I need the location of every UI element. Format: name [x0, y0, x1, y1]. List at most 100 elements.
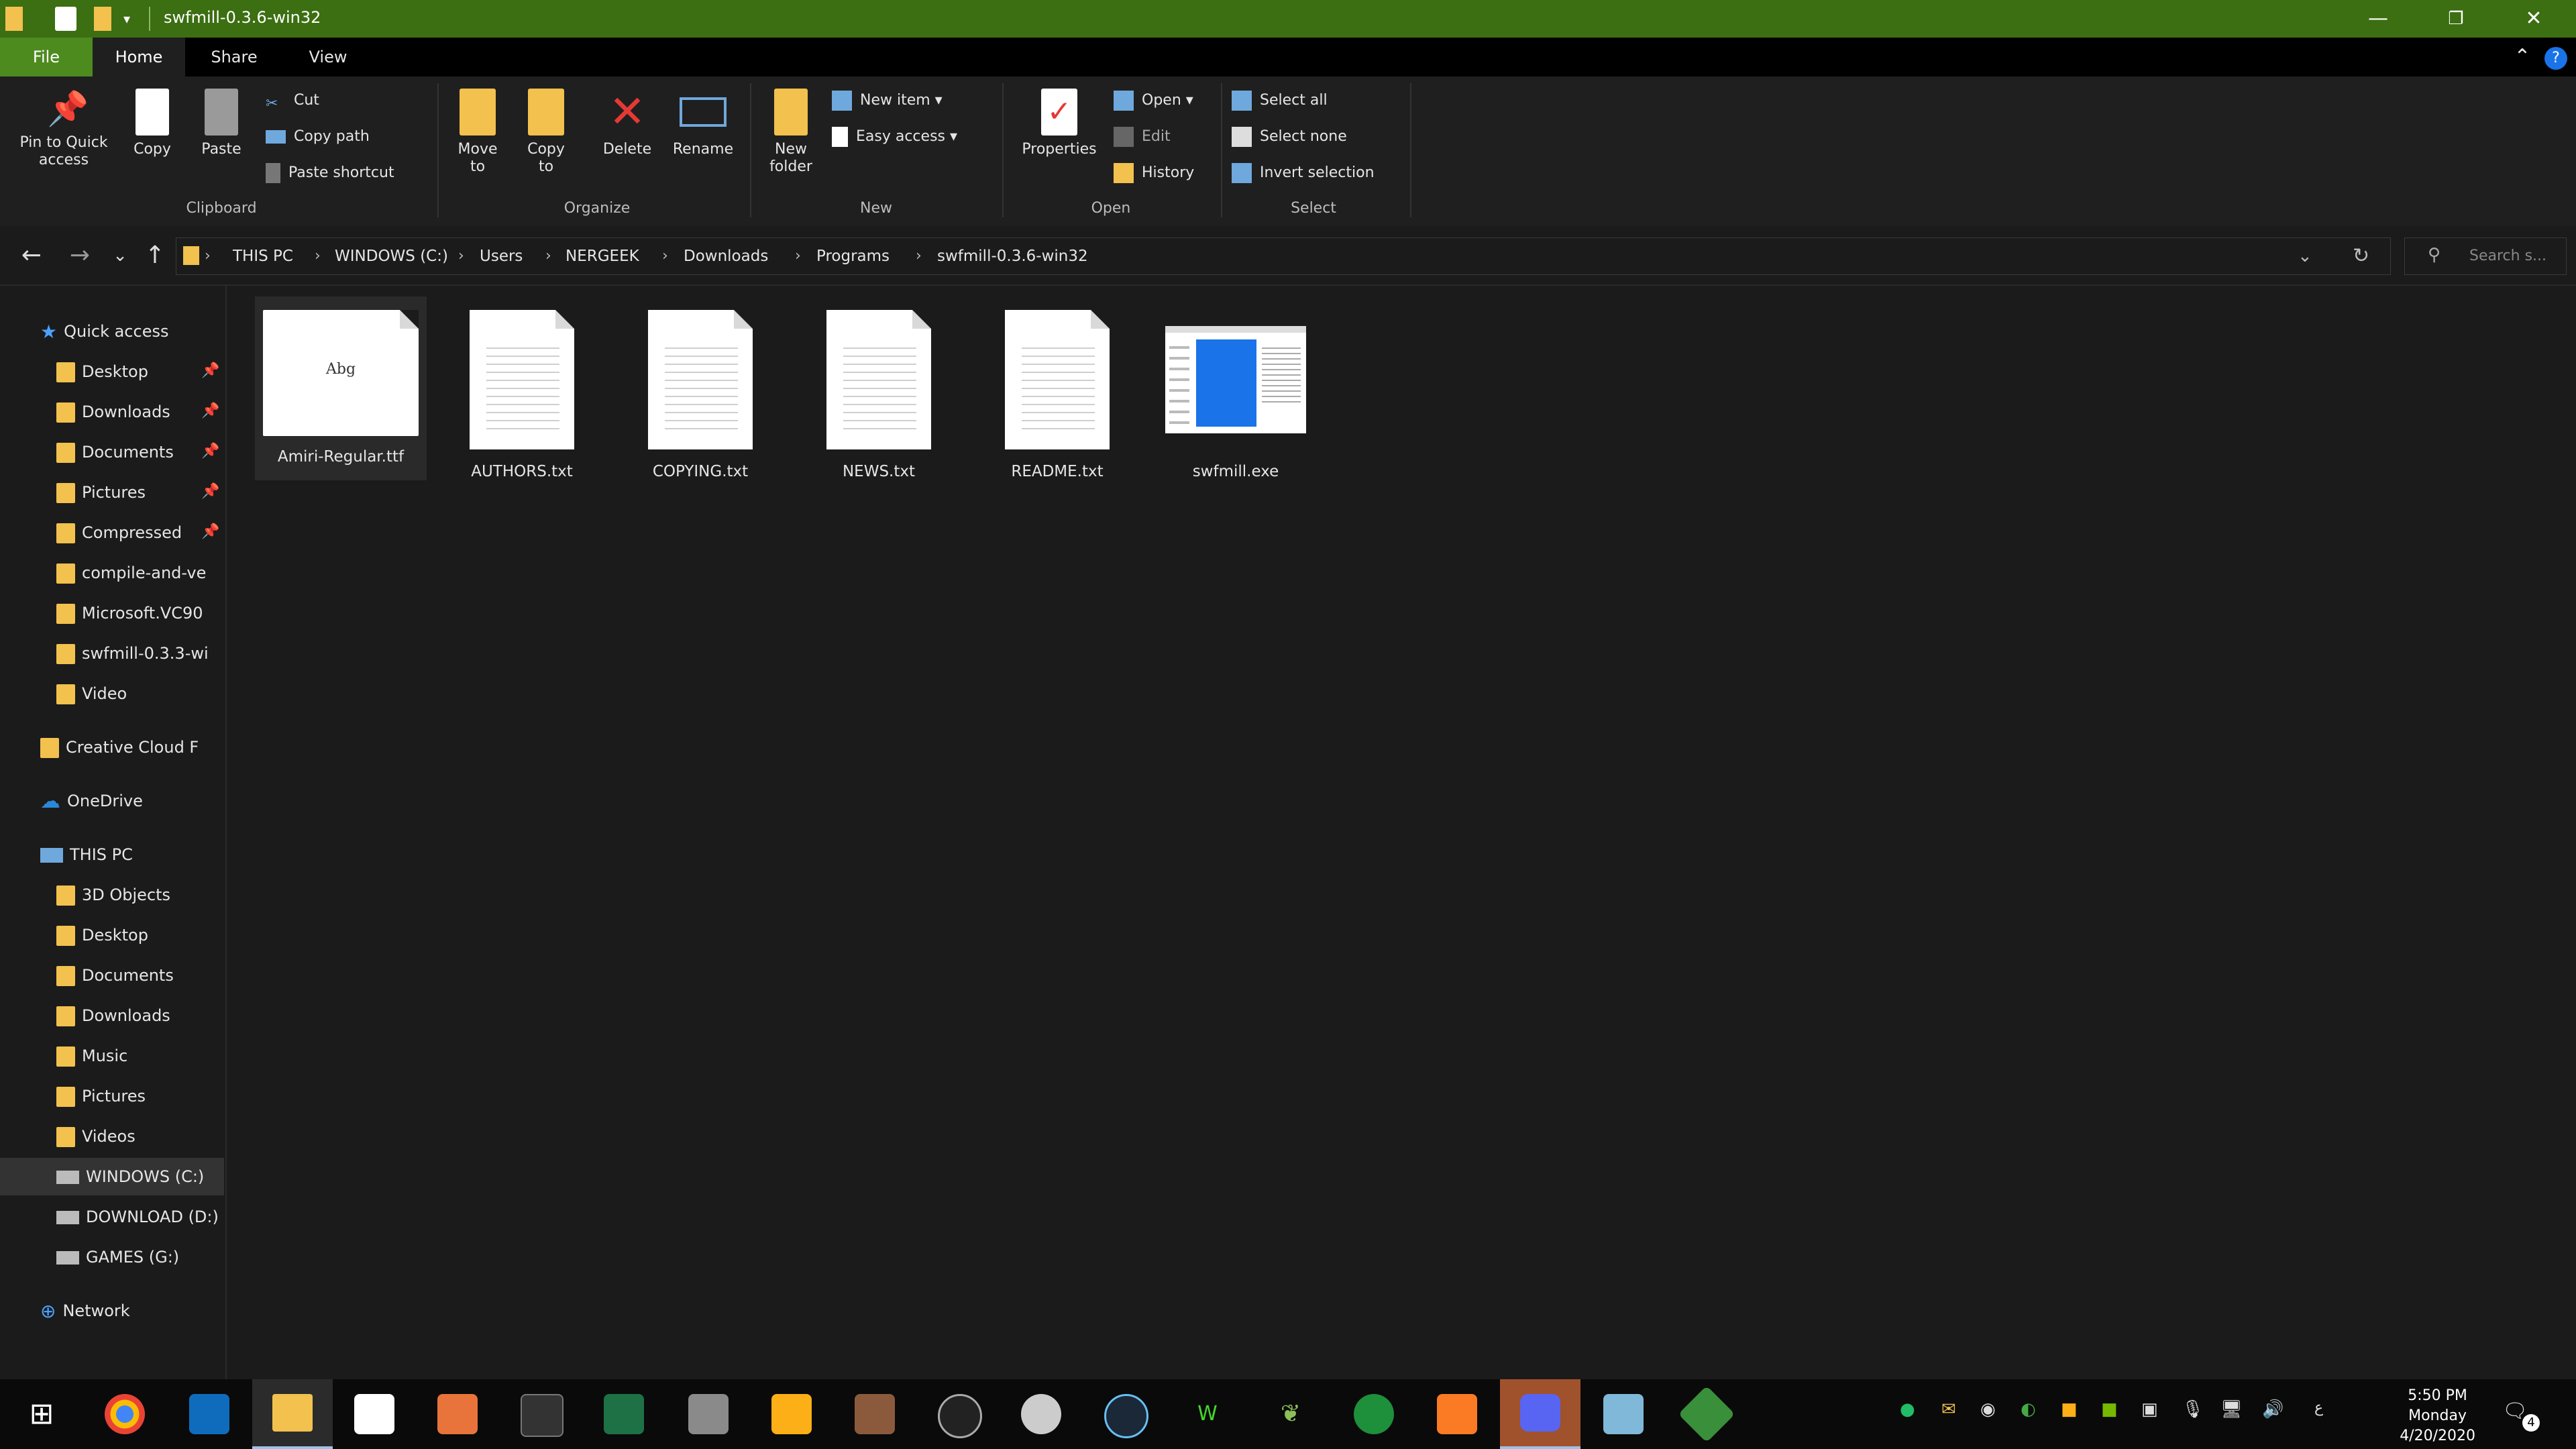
address-dropdown-icon[interactable]: ⌄: [2298, 238, 2312, 274]
nav-item-video[interactable]: Video: [56, 675, 224, 712]
discord-taskbar-button[interactable]: [1500, 1379, 1580, 1449]
razer-synapse-icon[interactable]: ❦: [1271, 1394, 1311, 1434]
xampp-icon[interactable]: [1437, 1394, 1477, 1434]
properties-button[interactable]: ✓ Properties: [1009, 89, 1110, 158]
microphone-icon[interactable]: 🎙: [2182, 1399, 2204, 1419]
nav-onedrive[interactable]: ☁ OneDrive: [40, 782, 143, 820]
nav-item-games-g[interactable]: GAMES (G:): [56, 1238, 224, 1276]
copy-button[interactable]: Copy: [127, 89, 177, 158]
minecraft-icon[interactable]: [855, 1394, 895, 1434]
nav-item-documents[interactable]: Documents: [56, 433, 224, 471]
language-indicator[interactable]: ع: [2314, 1399, 2323, 1416]
breadcrumb-users[interactable]: Users: [480, 238, 523, 274]
nav-item-pictures[interactable]: Pictures: [56, 474, 224, 511]
tray-icon[interactable]: ◐: [2021, 1399, 2036, 1419]
start-windows-icon[interactable]: ⊞: [21, 1394, 62, 1434]
nav-item-pc-desktop[interactable]: Desktop: [56, 916, 224, 954]
clock[interactable]: 5:50 PM Monday 4/20/2020: [2400, 1386, 2475, 1446]
nav-item-pc-pictures[interactable]: Pictures: [56, 1077, 224, 1115]
nav-item-pc-documents[interactable]: Documents: [56, 957, 224, 994]
nav-item-compressed[interactable]: Compressed: [56, 514, 197, 551]
app-icon-dark[interactable]: [521, 1394, 564, 1437]
paste-shortcut-button[interactable]: Paste shortcut: [266, 160, 394, 186]
tray-icon[interactable]: ▣: [2141, 1399, 2158, 1419]
new-item-button[interactable]: New item ▾: [832, 87, 943, 114]
breadcrumb-chevron[interactable]: ›: [205, 238, 211, 274]
network-tray-icon[interactable]: 🖥: [2220, 1399, 2243, 1419]
new-folder-button[interactable]: New folder: [762, 89, 820, 176]
app-icon-circle[interactable]: [1021, 1394, 1061, 1434]
move-to-button[interactable]: Move to: [449, 89, 506, 176]
file-item[interactable]: COPYING.txt: [614, 310, 786, 480]
search-box[interactable]: ⚲ Search s...: [2404, 237, 2567, 275]
volume-icon[interactable]: 🔊: [2262, 1399, 2284, 1419]
hs-icon[interactable]: [1354, 1394, 1394, 1434]
tab-share[interactable]: Share: [188, 38, 280, 76]
tab-file[interactable]: File: [0, 38, 93, 76]
rockstar-icon[interactable]: [771, 1394, 812, 1434]
app-icon-gray[interactable]: [688, 1394, 729, 1434]
forward-button[interactable]: →: [63, 239, 97, 272]
breadcrumb-chevron[interactable]: ›: [458, 238, 464, 274]
help-icon[interactable]: ?: [2542, 38, 2569, 76]
breadcrumb-chevron[interactable]: ›: [315, 238, 321, 274]
nav-item-download-d[interactable]: DOWNLOAD (D:): [56, 1198, 224, 1236]
back-button[interactable]: ←: [15, 239, 48, 272]
breadcrumb-this-pc[interactable]: THIS PC: [233, 238, 293, 274]
copy-path-button[interactable]: Copy path: [266, 123, 370, 150]
nav-item-compile-and-ve[interactable]: compile-and-ve: [56, 554, 224, 592]
nav-item-windows-c[interactable]: WINDOWS (C:): [0, 1158, 224, 1195]
cut-button[interactable]: ✂ Cut: [266, 87, 319, 114]
select-none-button[interactable]: Select none: [1232, 123, 1347, 150]
breadcrumb-programs[interactable]: Programs: [816, 238, 890, 274]
close-button[interactable]: ✕: [2497, 0, 2571, 38]
invert-selection-button[interactable]: Invert selection: [1232, 160, 1375, 186]
nav-item-desktop[interactable]: Desktop: [56, 353, 224, 390]
razer-icon[interactable]: W: [1187, 1394, 1228, 1434]
mail-tray-icon[interactable]: ✉: [1941, 1399, 1956, 1419]
recent-locations-button[interactable]: ⌄: [103, 239, 137, 272]
paste-button[interactable]: Paste: [195, 89, 248, 158]
file-item[interactable]: Abg Amiri-Regular.ttf: [255, 297, 427, 480]
breadcrumb-chevron[interactable]: ›: [662, 238, 668, 274]
collapse-ribbon-icon[interactable]: ⌃: [2502, 38, 2542, 76]
restore-button[interactable]: ❐: [2419, 0, 2493, 38]
file-item[interactable]: swfmill.exe: [1150, 326, 1322, 480]
nav-item-microsoft-vc90[interactable]: Microsoft.VC90: [56, 594, 224, 632]
tab-home[interactable]: Home: [93, 38, 185, 76]
file-item[interactable]: AUTHORS.txt: [436, 310, 608, 480]
nav-item-videos[interactable]: Videos: [56, 1118, 224, 1155]
breadcrumb-chevron[interactable]: ›: [795, 238, 801, 274]
nav-item-pc-downloads[interactable]: Downloads: [56, 997, 224, 1034]
app-icon-blue[interactable]: [1603, 1394, 1644, 1434]
up-button[interactable]: ↑: [138, 239, 172, 272]
tab-view[interactable]: View: [282, 38, 374, 76]
delete-button[interactable]: ✕ Delete: [597, 89, 657, 158]
nav-item-3d-objects[interactable]: 3D Objects: [56, 876, 224, 914]
quick-access-dropdown-icon[interactable]: ▾: [123, 7, 137, 31]
steam-icon[interactable]: [1104, 1394, 1148, 1438]
app-icon-diamond[interactable]: [1678, 1385, 1735, 1443]
nvidia-tray-icon[interactable]: ■: [2101, 1399, 2118, 1419]
nav-quick-access[interactable]: ★ Quick access: [40, 313, 168, 350]
pin-to-quick-access-button[interactable]: 📌 Pin to Quick access: [7, 89, 121, 169]
rename-button[interactable]: Rename: [664, 89, 742, 158]
breadcrumb-current-folder[interactable]: swfmill-0.3.6-win32: [937, 238, 1088, 274]
store-icon[interactable]: [354, 1394, 394, 1434]
rockstar-tray-icon[interactable]: ■: [2061, 1399, 2078, 1419]
excel-icon[interactable]: [604, 1394, 644, 1434]
nav-item-music[interactable]: Music: [56, 1037, 224, 1075]
app-icon-orange[interactable]: [437, 1394, 478, 1434]
edit-button[interactable]: Edit: [1114, 123, 1171, 150]
address-bar[interactable]: › THIS PC › WINDOWS (C:) › Users › NERGE…: [176, 237, 2391, 275]
steam-tray-icon[interactable]: ◉: [1980, 1399, 1996, 1419]
properties-quick-icon[interactable]: [55, 7, 76, 31]
rgb-icon[interactable]: [938, 1394, 982, 1438]
file-item[interactable]: README.txt: [971, 310, 1143, 480]
copy-to-button[interactable]: Copy to: [518, 89, 574, 176]
nav-this-pc[interactable]: THIS PC: [40, 836, 133, 873]
outlook-icon[interactable]: [189, 1394, 229, 1434]
file-item[interactable]: NEWS.txt: [793, 310, 965, 480]
new-folder-quick-icon[interactable]: [94, 7, 111, 31]
breadcrumb-windows-c[interactable]: WINDOWS (C:): [335, 238, 448, 274]
